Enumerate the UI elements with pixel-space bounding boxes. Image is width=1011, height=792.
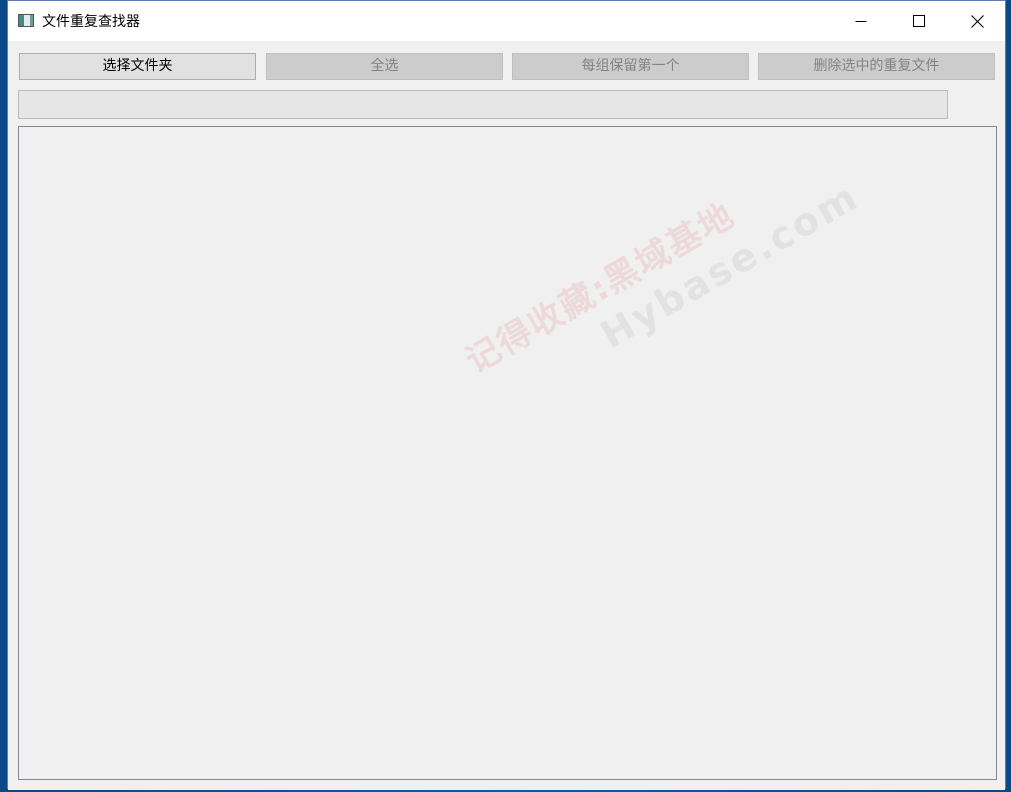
close-button[interactable] bbox=[948, 1, 1006, 41]
select-folder-button[interactable]: 选择文件夹 bbox=[19, 53, 256, 80]
minimize-icon bbox=[855, 21, 867, 22]
delete-selected-duplicates-button[interactable]: 删除选中的重复文件 bbox=[758, 53, 995, 80]
select-all-button[interactable]: 全选 bbox=[266, 53, 503, 80]
maximize-icon bbox=[913, 15, 925, 27]
maximize-button[interactable] bbox=[890, 1, 948, 41]
close-icon bbox=[970, 14, 984, 28]
duplicate-files-list[interactable] bbox=[18, 126, 997, 780]
client-area: 选择文件夹 全选 每组保留第一个 删除选中的重复文件 bbox=[8, 41, 1005, 790]
window-title: 文件重复查找器 bbox=[42, 14, 140, 30]
app-window: 文件重复查找器 选择文件夹 全选 每组保留第一个 删除选中的重复文件 bbox=[7, 0, 1006, 790]
minimize-button[interactable] bbox=[832, 1, 890, 41]
title-bar[interactable]: 文件重复查找器 bbox=[8, 1, 1005, 41]
keep-first-per-group-button[interactable]: 每组保留第一个 bbox=[512, 53, 749, 80]
progress-bar bbox=[18, 90, 948, 119]
app-window-icon bbox=[18, 14, 34, 27]
